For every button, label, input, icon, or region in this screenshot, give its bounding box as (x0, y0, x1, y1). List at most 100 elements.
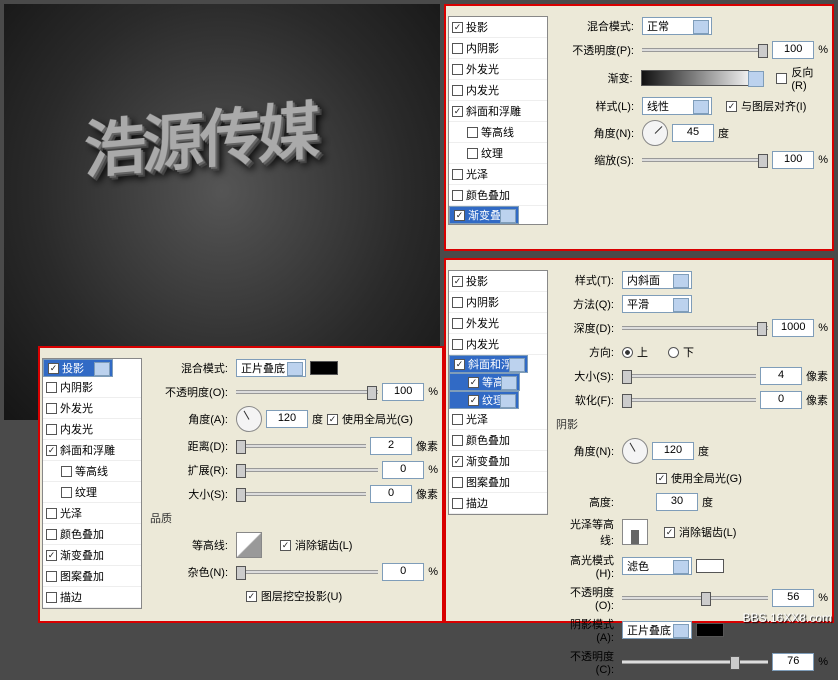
fx-satin[interactable]: 光泽 (449, 409, 547, 430)
checkbox-icon[interactable] (452, 435, 463, 446)
blend-mode-select[interactable]: 正常 (642, 17, 712, 35)
checkbox-icon[interactable] (452, 190, 463, 201)
fx-inner-glow[interactable]: 内发光 (449, 80, 547, 101)
size-input[interactable]: 4 (760, 367, 802, 385)
checkbox-icon[interactable] (468, 377, 479, 388)
highlight-color[interactable] (696, 559, 724, 573)
fx-satin[interactable]: 光泽 (43, 503, 141, 524)
fx-gradient-overlay[interactable]: 渐变叠加 (449, 451, 547, 472)
fx-texture[interactable]: 纹理 (449, 143, 547, 164)
fx-texture[interactable]: 纹理 (43, 482, 141, 503)
checkbox-icon[interactable] (452, 414, 463, 425)
fx-bevel[interactable]: 斜面和浮雕 (43, 440, 141, 461)
scale-slider[interactable] (642, 158, 768, 162)
knockout-checkbox[interactable] (246, 591, 257, 602)
fx-pattern-overlay[interactable]: 图案叠加 (449, 472, 547, 493)
sh-opacity-input[interactable]: 76 (772, 653, 814, 671)
fx-color-overlay[interactable]: 颜色叠加 (43, 524, 141, 545)
distance-input[interactable]: 2 (370, 437, 412, 455)
depth-input[interactable]: 1000 (772, 319, 814, 337)
fx-satin[interactable]: 光泽 (449, 164, 547, 185)
fx-bevel[interactable]: 斜面和浮雕 (449, 101, 547, 122)
checkbox-icon[interactable] (452, 339, 463, 350)
fx-contour[interactable]: 等高线 (43, 461, 141, 482)
sh-opacity-slider[interactable] (622, 660, 768, 664)
opacity-slider[interactable] (236, 390, 378, 394)
checkbox-icon[interactable] (452, 64, 463, 75)
global-light-checkbox[interactable] (656, 473, 667, 484)
fx-inner-shadow[interactable]: 内阴影 (43, 377, 141, 398)
gradient-preview[interactable] (641, 70, 749, 86)
checkbox-icon[interactable] (46, 571, 57, 582)
checkbox-icon[interactable] (46, 592, 57, 603)
soften-input[interactable]: 0 (760, 391, 802, 409)
distance-slider[interactable] (236, 444, 366, 448)
antialias-checkbox[interactable] (664, 527, 675, 538)
checkbox-icon[interactable] (46, 403, 57, 414)
reverse-checkbox[interactable] (776, 73, 787, 84)
angle-dial[interactable] (622, 438, 648, 464)
checkbox-icon[interactable] (452, 43, 463, 54)
hl-opacity-input[interactable]: 56 (772, 589, 814, 607)
checkbox-icon[interactable] (452, 106, 463, 117)
checkbox-icon[interactable] (452, 477, 463, 488)
spread-input[interactable]: 0 (382, 461, 424, 479)
checkbox-icon[interactable] (452, 498, 463, 509)
noise-slider[interactable] (236, 570, 378, 574)
antialias-checkbox[interactable] (280, 540, 291, 551)
fx-color-overlay[interactable]: 颜色叠加 (449, 430, 547, 451)
checkbox-icon[interactable] (61, 487, 72, 498)
checkbox-icon[interactable] (48, 363, 59, 374)
fx-drop-shadow[interactable]: 投影 (449, 17, 547, 38)
checkbox-icon[interactable] (46, 529, 57, 540)
fx-inner-glow[interactable]: 内发光 (449, 334, 547, 355)
contour-picker[interactable] (236, 532, 262, 558)
angle-input[interactable]: 120 (652, 442, 694, 460)
fx-outer-glow[interactable]: 外发光 (449, 313, 547, 334)
size-slider[interactable] (236, 492, 366, 496)
fx-contour[interactable]: 等高线 (449, 373, 520, 391)
checkbox-icon[interactable] (454, 210, 465, 221)
highlight-mode-select[interactable]: 滤色 (622, 557, 692, 575)
angle-dial[interactable] (236, 406, 262, 432)
fx-drop-shadow[interactable]: 投影 (449, 271, 547, 292)
checkbox-icon[interactable] (452, 456, 463, 467)
checkbox-icon[interactable] (61, 466, 72, 477)
fx-inner-shadow[interactable]: 内阴影 (449, 292, 547, 313)
checkbox-icon[interactable] (452, 22, 463, 33)
shadow-mode-select[interactable]: 正片叠底 (622, 621, 692, 639)
checkbox-icon[interactable] (467, 148, 478, 159)
fx-outer-glow[interactable]: 外发光 (449, 59, 547, 80)
checkbox-icon[interactable] (46, 445, 57, 456)
fx-bevel[interactable]: 斜面和浮雕 (449, 355, 528, 373)
angle-dial[interactable] (642, 120, 668, 146)
checkbox-icon[interactable] (452, 169, 463, 180)
opacity-input[interactable]: 100 (382, 383, 424, 401)
fx-stroke[interactable]: 描边 (449, 493, 547, 514)
checkbox-icon[interactable] (452, 318, 463, 329)
global-light-checkbox[interactable] (327, 414, 338, 425)
size-slider[interactable] (622, 374, 756, 378)
style-select[interactable]: 线性 (642, 97, 712, 115)
color-swatch[interactable] (310, 361, 338, 375)
blend-mode-select[interactable]: 正片叠底 (236, 359, 306, 377)
checkbox-icon[interactable] (46, 424, 57, 435)
soften-slider[interactable] (622, 398, 756, 402)
checkbox-icon[interactable] (452, 297, 463, 308)
shadow-color[interactable] (696, 623, 724, 637)
fx-inner-shadow[interactable]: 内阴影 (449, 38, 547, 59)
direction-down-radio[interactable] (668, 347, 679, 358)
align-checkbox[interactable] (726, 101, 737, 112)
angle-input[interactable]: 120 (266, 410, 308, 428)
fx-inner-glow[interactable]: 内发光 (43, 419, 141, 440)
noise-input[interactable]: 0 (382, 563, 424, 581)
angle-input[interactable]: 45 (672, 124, 714, 142)
checkbox-icon[interactable] (454, 359, 465, 370)
gloss-contour-picker[interactable] (622, 519, 648, 545)
altitude-input[interactable]: 30 (656, 493, 698, 511)
fx-gradient-overlay[interactable]: 渐变叠加 (43, 545, 141, 566)
checkbox-icon[interactable] (452, 276, 463, 287)
bevel-style-select[interactable]: 内斜面 (622, 271, 692, 289)
checkbox-icon[interactable] (46, 508, 57, 519)
fx-color-overlay[interactable]: 颜色叠加 (449, 185, 547, 206)
